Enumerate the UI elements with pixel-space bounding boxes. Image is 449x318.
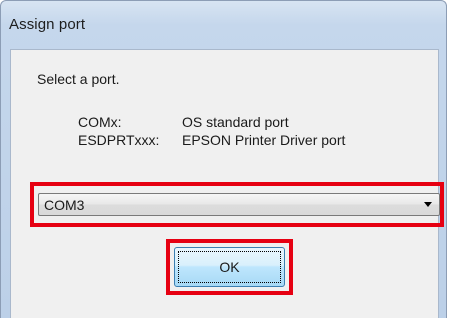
- definition-value-comx: OS standard port: [182, 114, 289, 130]
- window-title: Assign port: [9, 16, 86, 33]
- ok-button[interactable]: OK: [174, 247, 285, 287]
- definition-value-esdprt: EPSON Printer Driver port: [182, 132, 346, 148]
- select-port-prompt: Select a port.: [37, 71, 120, 87]
- definition-key-esdprt: ESDPRTxxx:: [78, 132, 160, 148]
- chevron-down-icon[interactable]: [424, 202, 432, 207]
- port-select-value: COM3: [44, 197, 85, 213]
- port-select-dropdown[interactable]: COM3: [38, 193, 440, 216]
- ok-button-label: OK: [219, 259, 240, 275]
- definition-key-comx: COMx:: [78, 114, 122, 130]
